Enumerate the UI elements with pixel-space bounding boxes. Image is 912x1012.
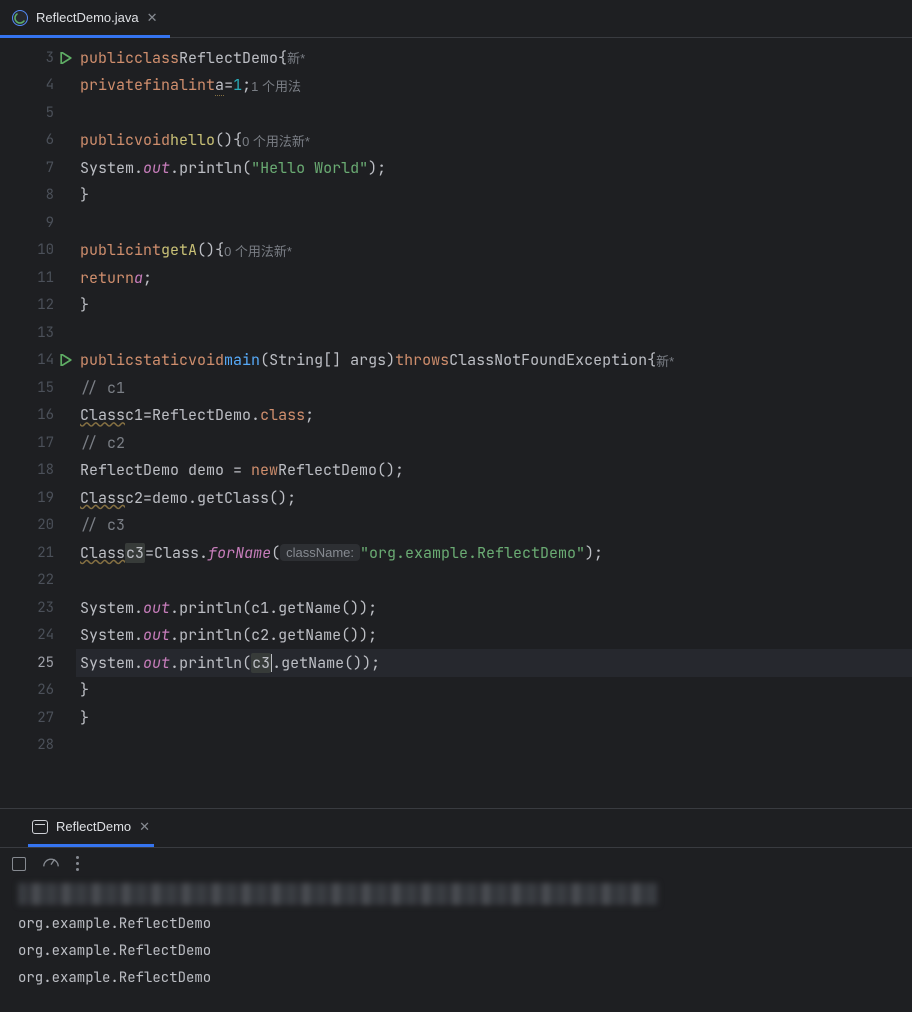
output-line: org.example.ReflectDemo [18,911,912,938]
output-line: org.example.ReflectDemo [18,965,912,992]
param-hint: className: [280,544,360,561]
usage-hint[interactable]: 0 个用法 [224,241,274,260]
tab-close-icon[interactable]: ✕ [147,10,158,26]
tab-filename: ReflectDemo.java [36,10,139,25]
more-icon[interactable] [76,856,79,871]
run-gutter-icon[interactable] [60,354,72,366]
usage-hint[interactable]: 0 个用法 [242,131,292,150]
redacted-line [18,883,658,905]
run-tab-reflectdemo[interactable]: ReflectDemo ✕ [28,809,154,847]
usage-hint[interactable]: 1 个用法 [251,76,301,95]
run-gutter-icon[interactable] [60,52,72,64]
run-tab-close-icon[interactable]: ✕ [139,819,150,835]
stop-icon[interactable] [12,857,26,871]
line-gutter: 3 4 5 6 7 8 9 10 11 12 13 14 15 16 17 18… [0,38,76,808]
java-class-icon [12,10,28,26]
code-area[interactable]: public class ReflectDemo { 新* private fi… [76,38,912,808]
current-line[interactable]: System.out.println(c3.getName()); [76,649,912,677]
profiler-icon[interactable] [42,853,60,874]
run-tab-label: ReflectDemo [56,819,131,834]
editor-tab-bar: ReflectDemo.java ✕ [0,0,912,38]
run-config-icon [32,820,48,834]
line-number: 3 [46,49,54,67]
run-tab-bar: ReflectDemo ✕ [0,809,912,847]
run-toolbar [0,847,912,879]
tab-reflectdemo[interactable]: ReflectDemo.java ✕ [0,1,170,38]
run-tool-window: ReflectDemo ✕ org.example.ReflectDemo or… [0,808,912,1012]
output-line: org.example.ReflectDemo [18,938,912,965]
console-output[interactable]: org.example.ReflectDemo org.example.Refl… [0,879,912,1012]
vcs-hint: 新* [287,48,305,67]
code-editor[interactable]: 3 4 5 6 7 8 9 10 11 12 13 14 15 16 17 18… [0,38,912,808]
